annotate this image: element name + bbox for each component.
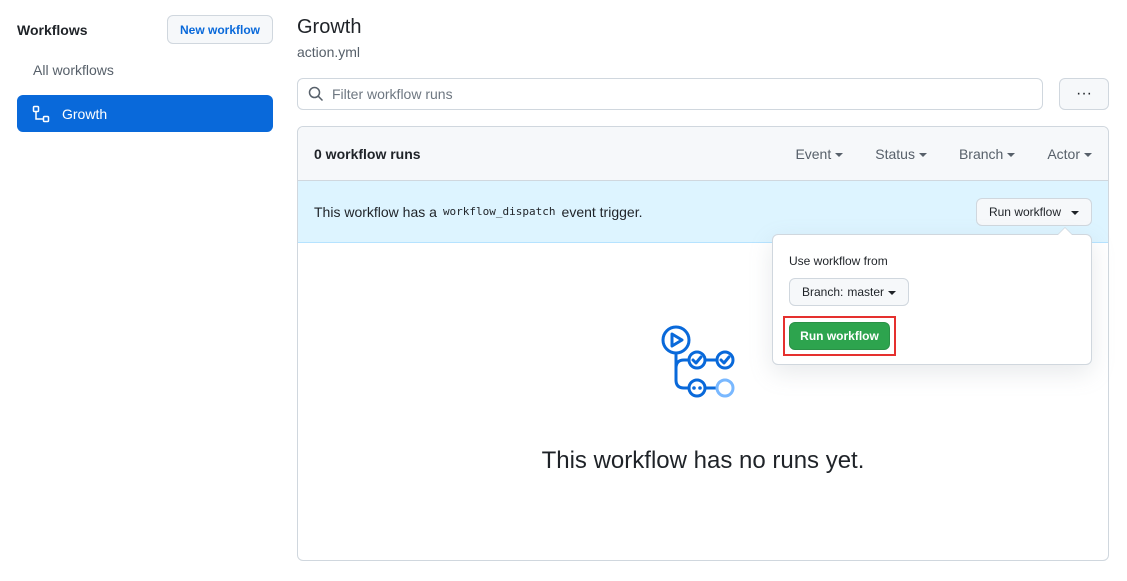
workflow-runs-illustration-icon: [660, 324, 748, 408]
empty-state-message: This workflow has no runs yet.: [541, 447, 865, 474]
banner-text-after: event trigger.: [561, 203, 643, 220]
workflow-icon: [32, 105, 50, 123]
actor-filter-dropdown[interactable]: Actor: [1047, 146, 1092, 162]
chevron-down-icon: [918, 153, 927, 157]
status-filter-label: Status: [875, 146, 915, 162]
workflow-file-link[interactable]: action.yml: [297, 44, 1109, 62]
page-title: Growth: [297, 16, 362, 38]
run-workflow-label: Run workflow: [988, 205, 1061, 219]
banner-code: workflow_dispatch: [442, 205, 556, 218]
kebab-horizontal-icon: ···: [1076, 85, 1092, 102]
sidebar: Workflows New workflow All workflows Gro…: [17, 15, 273, 132]
branch-filter-label: Branch: [958, 146, 1004, 162]
sidebar-title: Workflows: [17, 21, 88, 38]
branch-prefix: Branch:: [802, 285, 844, 299]
run-workflow-submit-button[interactable]: Run workflow: [789, 322, 890, 350]
runs-header: 0 workflow runs Event Status Branch Acto…: [298, 127, 1108, 181]
new-workflow-button[interactable]: New workflow: [166, 15, 273, 44]
sidebar-header: Workflows New workflow: [17, 15, 273, 44]
sidebar-item-growth[interactable]: Growth: [17, 95, 273, 132]
filter-box: [297, 78, 1043, 110]
chevron-down-icon: [1007, 153, 1016, 157]
branch-value: master: [847, 285, 885, 299]
branch-filter-dropdown[interactable]: Branch: [958, 146, 1016, 162]
main-content: Growth action.yml ··· 0 workflow runs Ev…: [297, 15, 1109, 561]
filter-row: ···: [297, 78, 1109, 110]
event-filter-dropdown[interactable]: Event: [795, 146, 844, 162]
chevron-down-icon: [1071, 211, 1079, 215]
status-filter-dropdown[interactable]: Status: [875, 146, 927, 162]
run-workflow-dropdown-button[interactable]: Run workflow: [975, 198, 1092, 226]
search-icon: [308, 86, 324, 102]
chevron-down-icon: [1084, 153, 1092, 157]
runs-filters: Event Status Branch Actor: [763, 127, 1092, 181]
event-filter-label: Event: [795, 146, 832, 162]
branch-select-button[interactable]: Branch: master: [789, 278, 910, 306]
sidebar-item-label: Growth: [62, 105, 108, 122]
actor-filter-label: Actor: [1047, 146, 1080, 162]
more-options-button[interactable]: ···: [1059, 78, 1109, 110]
runs-count: 0 workflow runs: [314, 145, 421, 162]
sidebar-item-all-workflows[interactable]: All workflows: [17, 56, 273, 88]
chevron-down-icon: [835, 153, 844, 157]
chevron-down-icon: [888, 291, 897, 295]
banner-text-before: This workflow has a: [314, 203, 437, 220]
filter-workflow-runs-input[interactable]: [332, 86, 1012, 102]
use-workflow-from-label: Use workflow from: [789, 254, 888, 268]
run-workflow-popover: Use workflow from Branch: master Run wor…: [772, 227, 1092, 365]
